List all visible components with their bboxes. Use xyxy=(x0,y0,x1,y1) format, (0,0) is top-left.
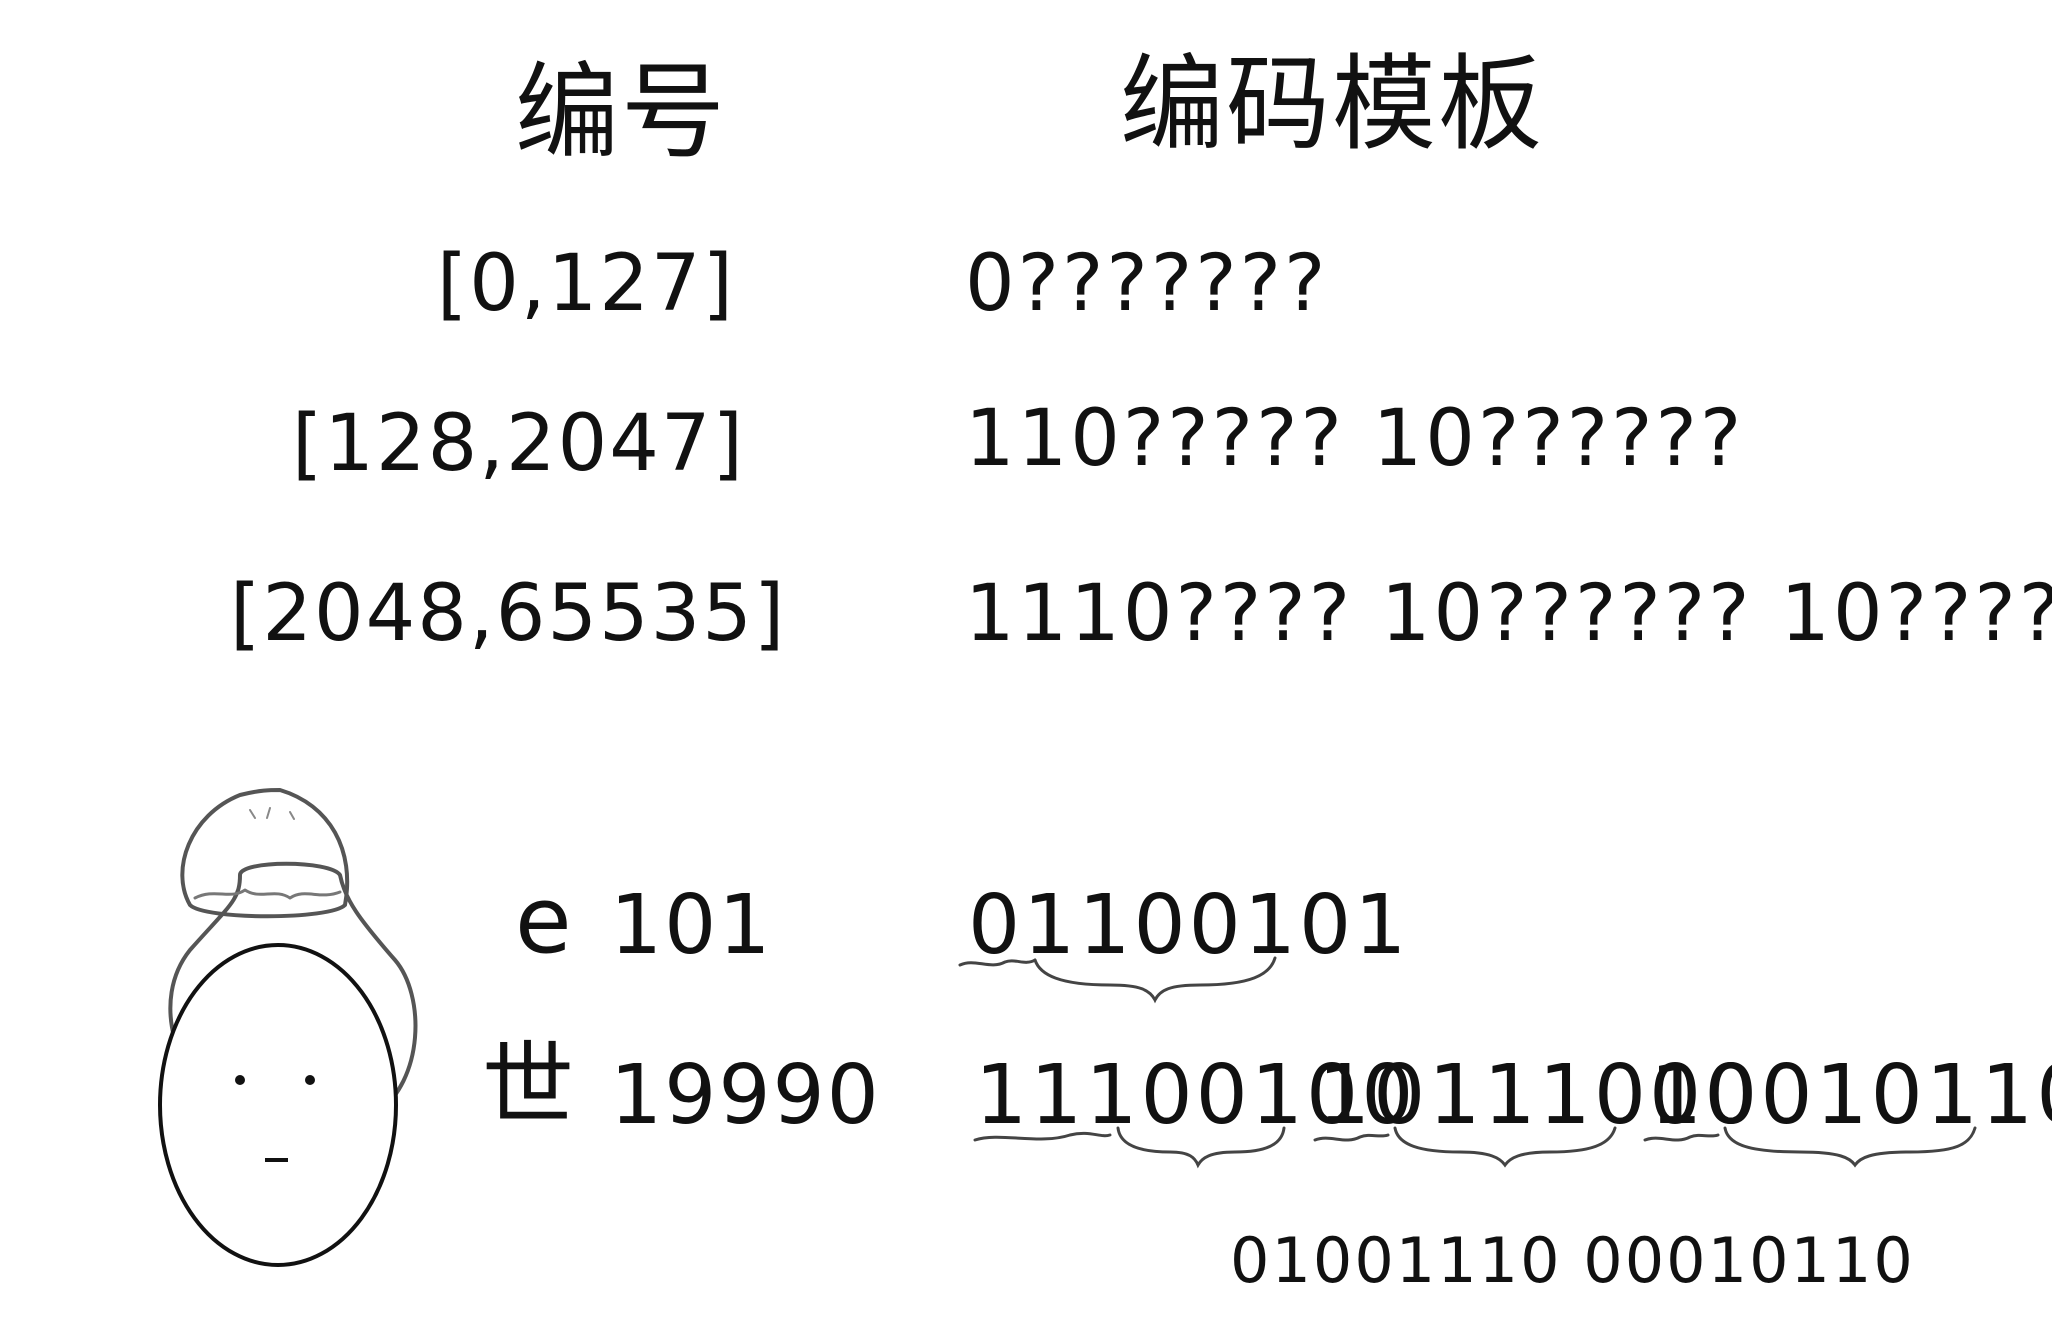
brace-shi-icon xyxy=(973,1126,1977,1169)
egg-face-icon xyxy=(158,943,398,1267)
brace-e-icon xyxy=(958,956,1277,1004)
decoration-layer xyxy=(158,788,1977,1267)
